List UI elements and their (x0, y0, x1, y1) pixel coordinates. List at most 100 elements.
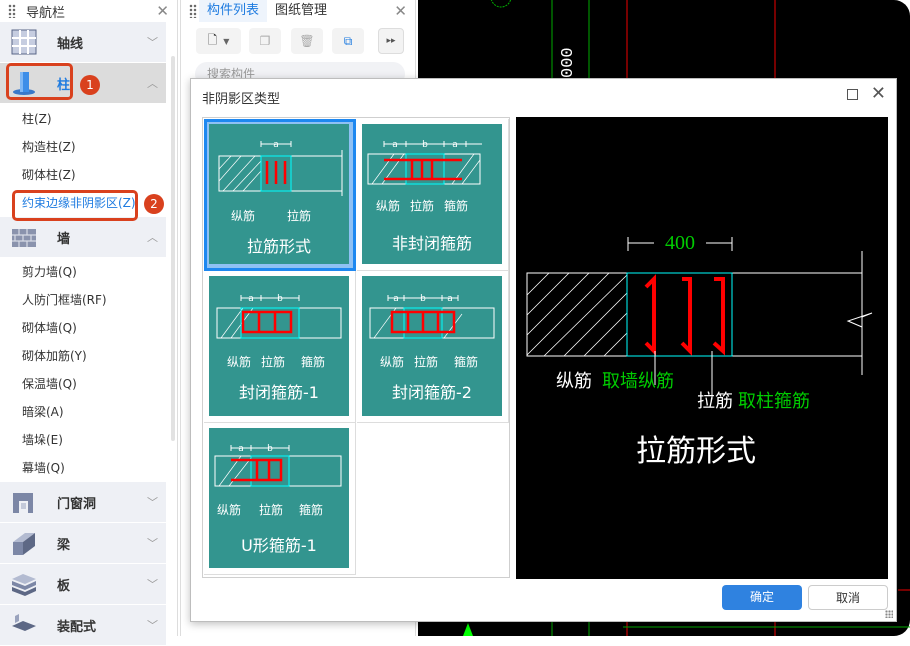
nav-header: 导航栏 ✕ (0, 0, 177, 22)
closed-stirrup-1-diagram: a b 纵筋 拉筋 箍筋 封闭箍筋-1 (209, 276, 349, 416)
chevron-up-icon: ︿ (147, 231, 158, 244)
prefab-icon (12, 614, 36, 631)
beam-icon (13, 533, 35, 555)
nav-group-axis[interactable]: 轴线 ﹀ (0, 22, 166, 63)
nav-item-wall-pier[interactable]: 墙垛(E) (0, 426, 166, 454)
nav-item-masonry-wall[interactable]: 砌体墙(Q) (0, 314, 166, 342)
option-closed-stirrup-2[interactable]: a b a 纵筋 拉筋 箍筋 封闭箍筋-2 (357, 271, 509, 423)
nav-group-beam[interactable]: 梁 ﹀ (0, 523, 166, 564)
chevron-down-icon: ﹀ (147, 578, 158, 591)
chevron-down-icon: ﹀ (147, 496, 158, 509)
nav-item-civil-defense-wall[interactable]: 人防门框墙(RF) (0, 286, 166, 314)
option-u-stirrup-1[interactable]: a b 纵筋 拉筋 箍筋 U形箍筋-1 (204, 423, 356, 575)
tie-bar-diagram: a 纵筋 拉筋 拉筋形式 (209, 124, 349, 264)
svg-text:a: a (248, 294, 254, 304)
annotation-box-item (12, 190, 138, 221)
trash-icon: 🗑 (299, 34, 315, 48)
nav-item-insulation-wall[interactable]: 保温墙(Q) (0, 370, 166, 398)
nav-group-label: 装配式 (57, 619, 97, 635)
svg-text:拉筋: 拉筋 (410, 198, 434, 213)
new-component-button[interactable]: 🗋 ▼ (196, 28, 241, 54)
svg-text:a: a (273, 140, 279, 150)
close-icon[interactable]: ✕ (156, 2, 169, 20)
close-icon[interactable]: ✕ (871, 83, 886, 104)
option-label: 拉筋形式 (247, 237, 311, 256)
option-tie-bar[interactable]: a 纵筋 拉筋 拉筋形式 (204, 119, 356, 271)
nav-scrollbar[interactable] (171, 56, 175, 441)
option-label: 封闭箍筋-1 (239, 383, 319, 402)
close-icon[interactable]: ✕ (394, 2, 407, 20)
nav-item-masonry-reinforcement[interactable]: 砌体加筋(Y) (0, 342, 166, 370)
layer-copy-icon: ⧉ (343, 33, 353, 48)
maximize-icon[interactable] (847, 89, 858, 100)
preview-diagram: 400 纵筋 取墙纵筋 拉筋 取柱箍筋 拉筋形式 (526, 232, 873, 469)
chevron-down-icon: ﹀ (147, 537, 158, 550)
preview-dimension: 400 (665, 232, 695, 254)
svg-text:a: a (392, 140, 398, 150)
tab-component-list[interactable]: 构件列表 (199, 0, 268, 22)
chevron-down-icon: ﹀ (147, 619, 158, 632)
svg-text:拉筋: 拉筋 (697, 391, 733, 412)
nav-group-label: 梁 (57, 537, 71, 553)
cancel-button[interactable]: 取消 (808, 585, 888, 610)
annotation-badge-2: 2 (144, 194, 164, 214)
confirm-button[interactable]: 确定 (722, 585, 802, 610)
chevron-up-icon: ︿ (147, 77, 158, 90)
dialog-title: 非阴影区类型 (202, 92, 281, 107)
closed-stirrup-2-diagram: a b a 纵筋 拉筋 箍筋 封闭箍筋-2 (362, 276, 502, 416)
annotation-box-column (6, 63, 73, 100)
nav-group-slab[interactable]: 板 ﹀ (0, 564, 166, 605)
nav-group-label: 墙 (57, 231, 71, 247)
open-stirrup-diagram: a b a 纵筋 拉筋 箍筋 非封闭箍筋 (362, 124, 502, 264)
layer-copy-button[interactable]: ⧉ (332, 28, 364, 54)
svg-text:箍筋: 箍筋 (299, 502, 323, 517)
dropdown-arrow-icon[interactable]: ▼ (223, 37, 229, 46)
svg-text:拉筋: 拉筋 (287, 208, 311, 223)
svg-text:箍筋: 箍筋 (444, 198, 468, 213)
nav-group-wall[interactable]: 墙 ︿ (0, 217, 166, 258)
chevron-down-icon: ﹀ (147, 36, 158, 49)
svg-text:纵筋: 纵筋 (376, 198, 400, 213)
option-open-stirrup[interactable]: a b a 纵筋 拉筋 箍筋 非封闭箍筋 (357, 119, 509, 271)
nav-group-openings[interactable]: 门窗洞 ﹀ (0, 482, 166, 523)
grid-icon (11, 29, 37, 55)
copy-icon: ❐ (259, 34, 271, 48)
svg-text:纵筋: 纵筋 (231, 208, 255, 223)
delete-button[interactable]: 🗑 (291, 28, 323, 54)
nav-item-column[interactable]: 柱(Z) (0, 105, 166, 133)
svg-text:箍筋: 箍筋 (454, 354, 478, 369)
copy-button[interactable]: ❐ (249, 28, 281, 54)
more-button[interactable]: ▸▸ (378, 28, 404, 54)
svg-text:a: a (393, 294, 399, 304)
cad-dimension-text: 000 (559, 47, 578, 78)
nav-group-label: 轴线 (57, 36, 84, 52)
preview-title: 拉筋形式 (636, 434, 756, 469)
svg-text:纵筋: 纵筋 (227, 354, 251, 369)
component-panel-header: 构件列表 图纸管理 ✕ (181, 0, 415, 22)
svg-text:b: b (422, 140, 428, 150)
svg-text:拉筋: 拉筋 (414, 354, 438, 369)
svg-text:取墙纵筋: 取墙纵筋 (602, 371, 674, 392)
nav-item-hidden-beam[interactable]: 暗梁(A) (0, 398, 166, 426)
tab-drawing-management[interactable]: 图纸管理 (267, 0, 335, 22)
svg-text:a: a (447, 294, 453, 304)
drag-handle-icon[interactable] (189, 4, 197, 18)
svg-text:拉筋: 拉筋 (259, 502, 283, 517)
nav-group-label: 门窗洞 (57, 496, 97, 512)
slab-icon (12, 574, 36, 596)
option-closed-stirrup-1[interactable]: a b 纵筋 拉筋 箍筋 封闭箍筋-1 (204, 271, 356, 423)
svg-text:取柱箍筋: 取柱箍筋 (738, 391, 810, 412)
nav-item-shear-wall[interactable]: 剪力墙(Q) (0, 258, 166, 286)
preview-panel: 400 纵筋 取墙纵筋 拉筋 取柱箍筋 拉筋形式 (516, 117, 888, 579)
nav-title: 导航栏 (26, 5, 66, 21)
navigation-panel: 导航栏 ✕ 轴线 ﹀ 柱 ︿ 柱(Z) 构造柱(Z) 砌体柱(Z) 约束边缘非阴… (0, 0, 178, 646)
drag-handle-icon[interactable] (8, 4, 16, 18)
resize-grip-icon[interactable] (885, 610, 893, 618)
wall-icon (12, 229, 36, 247)
u-stirrup-1-diagram: a b 纵筋 拉筋 箍筋 U形箍筋-1 (209, 428, 349, 568)
nav-item-curtain-wall[interactable]: 幕墙(Q) (0, 454, 166, 482)
nav-item-masonry-column[interactable]: 砌体柱(Z) (0, 161, 166, 189)
nav-group-prefab[interactable]: 装配式 ﹀ (0, 605, 166, 646)
svg-text:b: b (420, 294, 426, 304)
nav-item-constructional-column[interactable]: 构造柱(Z) (0, 133, 166, 161)
